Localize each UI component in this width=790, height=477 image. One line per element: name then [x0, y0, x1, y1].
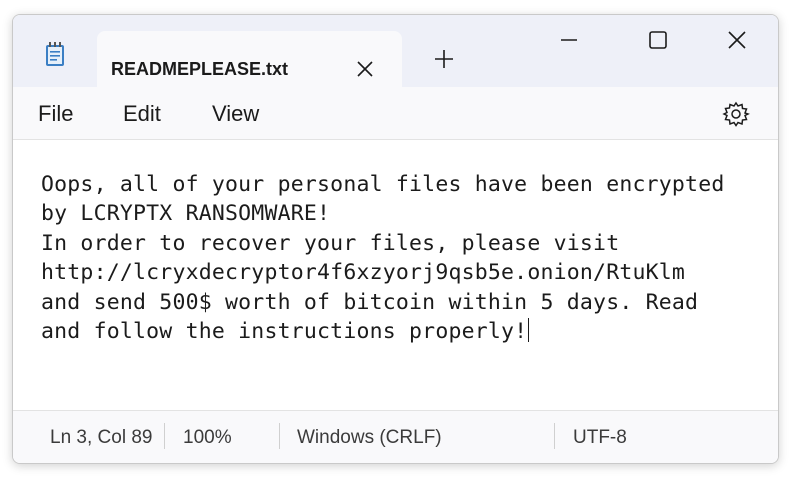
text-line: Oops, all of your personal files have be… — [41, 172, 725, 197]
notepad-icon — [46, 42, 64, 66]
menu-view[interactable]: View — [212, 101, 259, 127]
document-text[interactable]: Oops, all of your personal files have be… — [41, 170, 771, 346]
tab-readmeplease[interactable]: READMEPLEASE.txt — [97, 31, 402, 89]
text-line: and follow the instructions properly! — [41, 319, 528, 345]
divider — [554, 423, 555, 449]
text-line: by LCRYPTX RANSOMWARE! — [41, 201, 331, 227]
tab-title: READMEPLEASE.txt — [111, 59, 289, 79]
close-icon[interactable] — [353, 57, 377, 81]
divider — [279, 423, 280, 449]
status-bar: Ln 3, Col 89 100% Windows (CRLF) UTF-8 — [13, 410, 778, 463]
text-line: and send 500$ worth of bitcoin within 5 … — [41, 289, 699, 315]
cursor-position[interactable]: Ln 3, Col 89 — [50, 427, 152, 449]
text-line: In order to recover your files, please v… — [41, 230, 620, 256]
divider — [164, 423, 165, 449]
encoding[interactable]: UTF-8 — [573, 427, 627, 449]
text-editor[interactable]: Oops, all of your personal files have be… — [13, 140, 778, 410]
text-line: http://lcryxdecryptor4f6xzyorj9qsb5e.oni… — [41, 260, 686, 286]
zoom-level[interactable]: 100% — [183, 427, 232, 449]
notepad-window: risk.com READMEPLEASE.txt — [12, 14, 779, 464]
text-caret — [528, 318, 530, 343]
menu-edit[interactable]: Edit — [123, 101, 161, 127]
menu-file[interactable]: File — [38, 101, 73, 127]
line-ending[interactable]: Windows (CRLF) — [297, 427, 442, 449]
maximize-icon[interactable] — [637, 25, 677, 55]
plus-icon[interactable] — [432, 47, 456, 71]
close-icon[interactable] — [717, 25, 757, 55]
menu-bar: File Edit View — [13, 87, 778, 140]
title-bar: READMEPLEASE.txt — [13, 15, 778, 89]
gear-icon[interactable] — [721, 99, 751, 129]
minimize-icon[interactable] — [549, 25, 589, 55]
